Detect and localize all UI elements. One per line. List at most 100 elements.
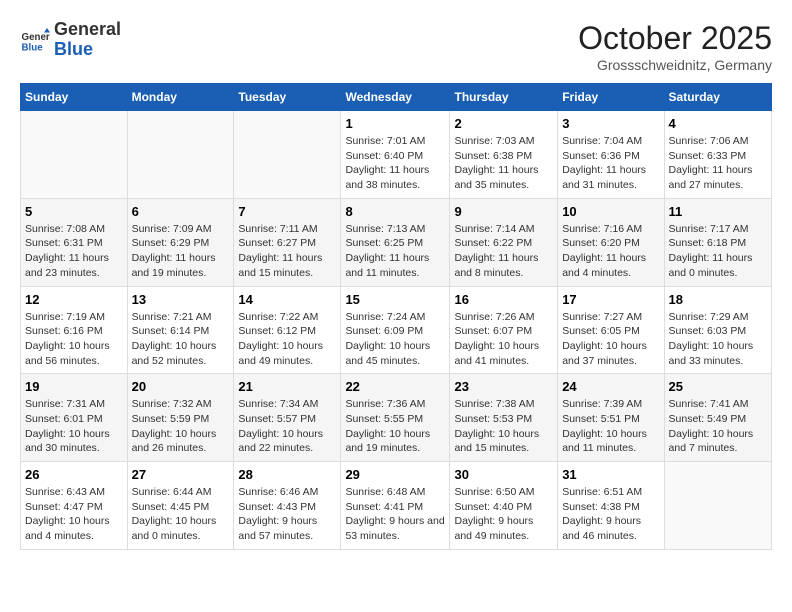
day-info: Sunrise: 7:24 AMSunset: 6:09 PMDaylight:… xyxy=(345,310,445,369)
day-number: 4 xyxy=(669,116,767,131)
day-info: Sunrise: 6:51 AMSunset: 4:38 PMDaylight:… xyxy=(562,485,659,544)
day-number: 18 xyxy=(669,292,767,307)
day-number: 16 xyxy=(454,292,553,307)
day-cell: 25 Sunrise: 7:41 AMSunset: 5:49 PMDayligh… xyxy=(664,374,771,462)
week-row-4: 19 Sunrise: 7:31 AMSunset: 6:01 PMDayligh… xyxy=(21,374,772,462)
day-number: 20 xyxy=(132,379,230,394)
day-cell: 19 Sunrise: 7:31 AMSunset: 6:01 PMDayligh… xyxy=(21,374,128,462)
svg-text:Blue: Blue xyxy=(22,42,44,53)
day-cell: 16 Sunrise: 7:26 AMSunset: 6:07 PMDayligh… xyxy=(450,286,558,374)
week-row-2: 5 Sunrise: 7:08 AMSunset: 6:31 PMDaylight… xyxy=(21,198,772,286)
day-info: Sunrise: 7:04 AMSunset: 6:36 PMDaylight:… xyxy=(562,134,659,193)
week-row-1: 1 Sunrise: 7:01 AMSunset: 6:40 PMDaylight… xyxy=(21,111,772,199)
day-cell: 13Sunrise: 7:21 AMSunset: 6:14 PMDayligh… xyxy=(127,286,234,374)
header-cell-tuesday: Tuesday xyxy=(234,84,341,111)
day-cell: 18 Sunrise: 7:29 AMSunset: 6:03 PMDayligh… xyxy=(664,286,771,374)
day-cell: 5 Sunrise: 7:08 AMSunset: 6:31 PMDaylight… xyxy=(21,198,128,286)
day-number: 27 xyxy=(132,467,230,482)
week-row-5: 26 Sunrise: 6:43 AMSunset: 4:47 PMDayligh… xyxy=(21,462,772,550)
day-cell: 31 Sunrise: 6:51 AMSunset: 4:38 PMDayligh… xyxy=(558,462,664,550)
day-info: Sunrise: 7:26 AMSunset: 6:07 PMDaylight:… xyxy=(454,310,553,369)
location: Grossschweidnitz, Germany xyxy=(578,57,772,73)
day-number: 15 xyxy=(345,292,445,307)
day-info: Sunrise: 7:22 AMSunset: 6:12 PMDaylight:… xyxy=(238,310,336,369)
day-number: 7 xyxy=(238,204,336,219)
day-number: 10 xyxy=(562,204,659,219)
day-info: Sunrise: 7:31 AMSunset: 6:01 PMDaylight:… xyxy=(25,397,123,456)
day-info: Sunrise: 7:14 AMSunset: 6:22 PMDaylight:… xyxy=(454,222,553,281)
day-number: 19 xyxy=(25,379,123,394)
day-info: Sunrise: 7:38 AMSunset: 5:53 PMDaylight:… xyxy=(454,397,553,456)
day-number: 28 xyxy=(238,467,336,482)
header-cell-wednesday: Wednesday xyxy=(341,84,450,111)
day-number: 12 xyxy=(25,292,123,307)
header-cell-thursday: Thursday xyxy=(450,84,558,111)
day-info: Sunrise: 7:19 AMSunset: 6:16 PMDaylight:… xyxy=(25,310,123,369)
day-number: 8 xyxy=(345,204,445,219)
header-row: SundayMondayTuesdayWednesdayThursdayFrid… xyxy=(21,84,772,111)
day-cell: 26 Sunrise: 6:43 AMSunset: 4:47 PMDayligh… xyxy=(21,462,128,550)
day-number: 25 xyxy=(669,379,767,394)
day-info: Sunrise: 7:03 AMSunset: 6:38 PMDaylight:… xyxy=(454,134,553,193)
day-info: Sunrise: 7:41 AMSunset: 5:49 PMDaylight:… xyxy=(669,397,767,456)
day-cell: 11Sunrise: 7:17 AMSunset: 6:18 PMDayligh… xyxy=(664,198,771,286)
day-info: Sunrise: 6:46 AMSunset: 4:43 PMDaylight:… xyxy=(238,485,336,544)
day-info: Sunrise: 7:11 AMSunset: 6:27 PMDaylight:… xyxy=(238,222,336,281)
day-info: Sunrise: 7:16 AMSunset: 6:20 PMDaylight:… xyxy=(562,222,659,281)
day-info: Sunrise: 7:13 AMSunset: 6:25 PMDaylight:… xyxy=(345,222,445,281)
day-cell: 17 Sunrise: 7:27 AMSunset: 6:05 PMDayligh… xyxy=(558,286,664,374)
day-cell xyxy=(234,111,341,199)
calendar-table: SundayMondayTuesdayWednesdayThursdayFrid… xyxy=(20,83,772,550)
day-info: Sunrise: 6:43 AMSunset: 4:47 PMDaylight:… xyxy=(25,485,123,544)
day-cell: 8 Sunrise: 7:13 AMSunset: 6:25 PMDaylight… xyxy=(341,198,450,286)
day-cell: 23 Sunrise: 7:38 AMSunset: 5:53 PMDayligh… xyxy=(450,374,558,462)
day-number: 17 xyxy=(562,292,659,307)
day-cell xyxy=(664,462,771,550)
day-cell: 1 Sunrise: 7:01 AMSunset: 6:40 PMDaylight… xyxy=(341,111,450,199)
day-info: Sunrise: 7:29 AMSunset: 6:03 PMDaylight:… xyxy=(669,310,767,369)
day-cell: 21Sunrise: 7:34 AMSunset: 5:57 PMDayligh… xyxy=(234,374,341,462)
day-number: 5 xyxy=(25,204,123,219)
day-cell: 24Sunrise: 7:39 AMSunset: 5:51 PMDayligh… xyxy=(558,374,664,462)
title-block: October 2025 Grossschweidnitz, Germany xyxy=(578,20,772,73)
day-number: 29 xyxy=(345,467,445,482)
logo-icon: General Blue xyxy=(20,25,50,55)
week-row-3: 12 Sunrise: 7:19 AMSunset: 6:16 PMDayligh… xyxy=(21,286,772,374)
day-info: Sunrise: 7:08 AMSunset: 6:31 PMDaylight:… xyxy=(25,222,123,281)
day-cell: 9 Sunrise: 7:14 AMSunset: 6:22 PMDaylight… xyxy=(450,198,558,286)
day-number: 1 xyxy=(345,116,445,131)
day-cell: 22Sunrise: 7:36 AMSunset: 5:55 PMDayligh… xyxy=(341,374,450,462)
header-cell-friday: Friday xyxy=(558,84,664,111)
day-number: 2 xyxy=(454,116,553,131)
day-number: 6 xyxy=(132,204,230,219)
day-cell: 15 Sunrise: 7:24 AMSunset: 6:09 PMDayligh… xyxy=(341,286,450,374)
day-number: 9 xyxy=(454,204,553,219)
day-info: Sunrise: 7:06 AMSunset: 6:33 PMDaylight:… xyxy=(669,134,767,193)
day-cell xyxy=(127,111,234,199)
month-title: October 2025 xyxy=(578,20,772,57)
day-number: 21 xyxy=(238,379,336,394)
day-info: Sunrise: 7:01 AMSunset: 6:40 PMDaylight:… xyxy=(345,134,445,193)
svg-text:General: General xyxy=(22,32,51,43)
day-number: 23 xyxy=(454,379,553,394)
day-cell: 28 Sunrise: 6:46 AMSunset: 4:43 PMDayligh… xyxy=(234,462,341,550)
day-info: Sunrise: 7:27 AMSunset: 6:05 PMDaylight:… xyxy=(562,310,659,369)
day-info: Sunrise: 7:17 AMSunset: 6:18 PMDaylight:… xyxy=(669,222,767,281)
day-cell: 12 Sunrise: 7:19 AMSunset: 6:16 PMDayligh… xyxy=(21,286,128,374)
day-info: Sunrise: 6:48 AMSunset: 4:41 PMDaylight:… xyxy=(345,485,445,544)
day-info: Sunrise: 7:39 AMSunset: 5:51 PMDaylight:… xyxy=(562,397,659,456)
day-number: 22 xyxy=(345,379,445,394)
day-number: 3 xyxy=(562,116,659,131)
day-cell: 2 Sunrise: 7:03 AMSunset: 6:38 PMDaylight… xyxy=(450,111,558,199)
day-number: 13 xyxy=(132,292,230,307)
day-info: Sunrise: 7:32 AMSunset: 5:59 PMDaylight:… xyxy=(132,397,230,456)
page-header: General Blue General Blue October 2025 G… xyxy=(20,20,772,73)
day-number: 31 xyxy=(562,467,659,482)
day-number: 14 xyxy=(238,292,336,307)
day-cell: 27Sunrise: 6:44 AMSunset: 4:45 PMDayligh… xyxy=(127,462,234,550)
day-cell: 6Sunrise: 7:09 AMSunset: 6:29 PMDaylight… xyxy=(127,198,234,286)
day-cell: 29 Sunrise: 6:48 AMSunset: 4:41 PMDayligh… xyxy=(341,462,450,550)
header-cell-saturday: Saturday xyxy=(664,84,771,111)
day-number: 26 xyxy=(25,467,123,482)
header-cell-monday: Monday xyxy=(127,84,234,111)
